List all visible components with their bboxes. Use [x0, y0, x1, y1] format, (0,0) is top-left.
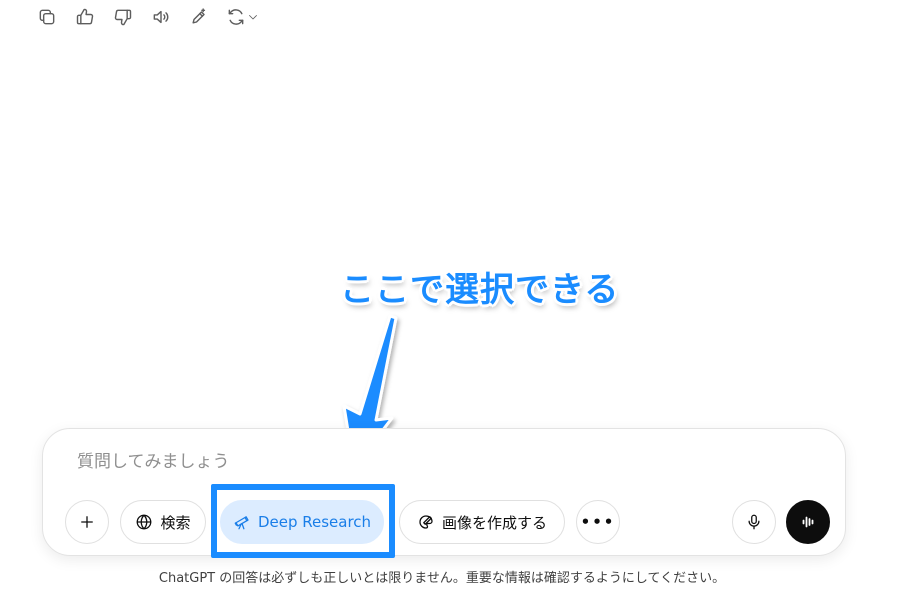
prompt-input[interactable]: [77, 449, 677, 475]
chat-page: ここで選択できる 検索 Deep Research 画像を作成する •••: [0, 0, 900, 594]
voice-mode-button[interactable]: [786, 500, 830, 544]
paint-brush-icon: [419, 515, 433, 529]
refresh-icon: [228, 9, 243, 25]
create-image-button[interactable]: 画像を作成する: [399, 500, 565, 544]
disclaimer-text: ChatGPT の回答は必ずしも正しいとは限りません。重要な情報は確認するように…: [158, 571, 726, 586]
telescope-icon: [234, 516, 249, 530]
globe-icon: [137, 514, 152, 530]
dislike-button[interactable]: [104, 3, 142, 31]
message-composer: 検索 Deep Research 画像を作成する •••: [42, 428, 846, 556]
more-icon: •••: [580, 513, 616, 531]
regenerate-button[interactable]: [218, 3, 266, 31]
thumbs-up-icon: [76, 8, 94, 25]
copy-button[interactable]: [28, 3, 66, 31]
message-actions: [28, 3, 266, 31]
chevron-down-icon: [248, 15, 257, 20]
edit-button[interactable]: [180, 3, 218, 31]
plus-icon: [81, 516, 93, 528]
dictate-button[interactable]: [732, 500, 776, 544]
voice-waveform-icon: [802, 516, 814, 528]
copy-icon: [39, 9, 55, 25]
deep-research-label: Deep Research: [257, 513, 372, 531]
speaker-icon: [153, 10, 169, 24]
annotation-text: ここで選択できる: [340, 270, 620, 310]
search-button[interactable]: 検索: [120, 500, 206, 544]
attach-button[interactable]: [65, 500, 109, 544]
pen-sparkle-icon: [192, 8, 206, 24]
thumbs-down-icon: [114, 9, 132, 26]
more-tools-button[interactable]: •••: [576, 500, 620, 544]
read-aloud-button[interactable]: [142, 3, 180, 31]
create-image-label: 画像を作成する: [441, 513, 547, 532]
like-button[interactable]: [66, 3, 104, 31]
deep-research-button[interactable]: Deep Research: [220, 500, 384, 544]
search-label: 検索: [160, 513, 191, 532]
microphone-icon: [748, 514, 760, 530]
